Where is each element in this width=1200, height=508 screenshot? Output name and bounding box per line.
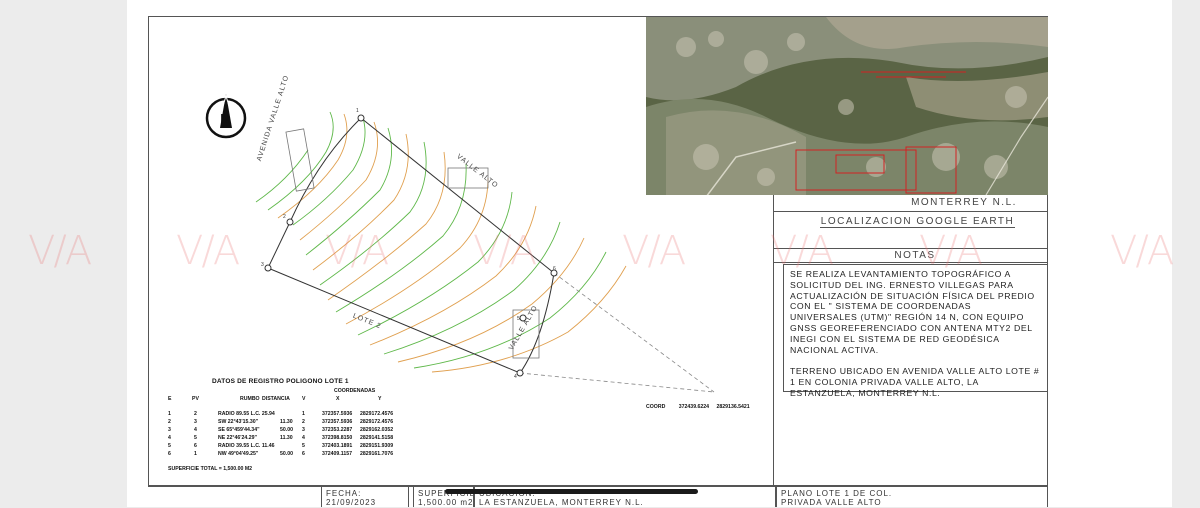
col-distancia: DISTANCIA — [262, 396, 290, 402]
home-indicator[interactable] — [445, 489, 698, 494]
plano-label: PLANO LOTE 1 DE COL. — [781, 489, 893, 498]
cell: 5 — [168, 443, 171, 449]
col-e: E — [168, 396, 172, 402]
cell: 6 — [168, 451, 171, 457]
cell: SW 22°43'15.30" — [218, 419, 259, 425]
cell: 2829172.4576 — [360, 419, 394, 425]
table-row: 5 6 RADIO 39.55 L.C. 11.46 5 372403.1891… — [164, 443, 464, 450]
cell: 4 — [302, 435, 305, 441]
notes-text: SE REALIZA LEVANTAMIENTO TOPOGRÁFICO A S… — [790, 269, 1040, 398]
location-city: MONTERREY N.L. — [911, 197, 1017, 208]
col-y: Y — [378, 396, 382, 402]
coord-y: 2829136.5421 — [716, 404, 750, 410]
cell: 1 — [168, 411, 171, 417]
table-row: 3 4 SE 65°459'44.34" 50.00 3 372353.2287… — [164, 427, 464, 434]
cell: 2 — [168, 419, 171, 425]
cell: 372353.2287 — [322, 427, 353, 433]
watermark-logo: V/A — [325, 228, 389, 274]
cell: 2829172.4576 — [360, 411, 394, 417]
vertex-label: 5 — [517, 316, 520, 322]
watermark-logo: V/A — [622, 228, 686, 274]
table-row: 1 2 RADIO 89.55 L.C. 25.94 1 372357.5936… — [164, 411, 464, 418]
vertex-label: 4 — [514, 374, 517, 380]
superficie-value: 1,500.00 m2 — [418, 498, 474, 507]
cell: 372357.5936 — [322, 411, 353, 417]
cell: 2829141.5158 — [360, 435, 394, 441]
col-x: X — [336, 396, 340, 402]
watermark-logo: V/A — [473, 228, 537, 274]
watermark-logo: V/A — [28, 228, 92, 274]
table-coords-header: COORDENADAS — [334, 388, 376, 394]
cell: 11.30 — [280, 419, 293, 425]
cell: SE 65°459'44.34" — [218, 427, 260, 433]
fecha-value: 21/09/2023 — [326, 498, 377, 507]
cell: 2829162.0352 — [360, 427, 394, 433]
cell: 3 — [194, 419, 197, 425]
cell: 2 — [194, 411, 197, 417]
location-caption: LOCALIZACION GOOGLE EARTH — [820, 216, 1015, 228]
cell: 3 — [302, 427, 305, 433]
cell: 1 — [302, 411, 305, 417]
table-row: 2 3 SW 22°43'15.30" 11.30 2 372357.5936 … — [164, 419, 464, 426]
tb-fecha: FECHA: 21/09/2023 — [321, 486, 409, 507]
cell: 372403.1891 — [322, 443, 353, 449]
cell: 1 — [194, 451, 197, 457]
cell: 2 — [302, 419, 305, 425]
coord-label: COORD — [646, 404, 666, 410]
table-row: 4 5 NE 22°46'24.29" 11.30 4 372398.8150 … — [164, 435, 464, 442]
col-v: V — [302, 396, 306, 402]
north-label: N — [220, 111, 230, 126]
cell: 11.30 — [280, 435, 293, 441]
table-total: SUPERFICIE TOTAL = 1,500.00 M2 — [168, 466, 253, 472]
background-right — [1172, 0, 1200, 507]
cell: 3 — [168, 427, 171, 433]
cell: 50.00 — [280, 451, 293, 457]
cell: 2829151.9309 — [360, 443, 394, 449]
watermark-logo: V/A — [1110, 228, 1174, 274]
cell: RADIO 39.55 L.C. 11.46 — [218, 443, 275, 449]
plano-value: PRIVADA VALLE ALTO — [781, 498, 882, 507]
cell: RADIO 89.55 L.C. 25.94 — [218, 411, 275, 417]
vertex-label: 6 — [553, 266, 556, 272]
cell: 2829161.7076 — [360, 451, 394, 457]
tb-plano: PLANO LOTE 1 DE COL. PRIVADA VALLE ALTO — [776, 486, 1048, 507]
table-title: DATOS DE REGISTRO POLIGONO LOTE 1 — [212, 378, 349, 385]
cell: 50.00 — [280, 427, 293, 433]
watermark-logo: V/A — [919, 228, 983, 274]
cell: 4 — [168, 435, 171, 441]
coord-point: COORD 372439.6224 2829136.5421 — [646, 404, 750, 410]
cell: 372409.1157 — [322, 451, 353, 457]
cell: 5 — [194, 435, 197, 441]
watermark-logo: V/A — [176, 228, 240, 274]
vertex-label: 2 — [283, 214, 286, 220]
fecha-label: FECHA: — [326, 489, 362, 498]
cell: 372357.5936 — [322, 419, 353, 425]
cell: 4 — [194, 427, 197, 433]
cell: NW 49°04'49.25" — [218, 451, 259, 457]
table-row: 6 1 NW 49°04'49.25" 50.00 6 372409.1157 … — [164, 451, 464, 458]
cell: 372398.8150 — [322, 435, 353, 441]
cell: NE 22°46'24.29" — [218, 435, 257, 441]
watermark-logo: V/A — [770, 228, 834, 274]
vertex-label: 3 — [261, 262, 264, 268]
vertex-label: 1 — [356, 108, 359, 114]
col-rumbo: RUMBO — [240, 396, 260, 402]
coord-x: 372439.6224 — [678, 404, 710, 410]
cell: 6 — [194, 443, 197, 449]
ubicacion-value: LA ESTANZUELA, MONTERREY N.L. — [479, 498, 644, 507]
cell: 6 — [302, 451, 305, 457]
cell: 5 — [302, 443, 305, 449]
divider — [773, 211, 1048, 212]
col-pv: PV — [192, 396, 199, 402]
notes-box: SE REALIZA LEVANTAMIENTO TOPOGRÁFICO A S… — [783, 264, 1048, 398]
